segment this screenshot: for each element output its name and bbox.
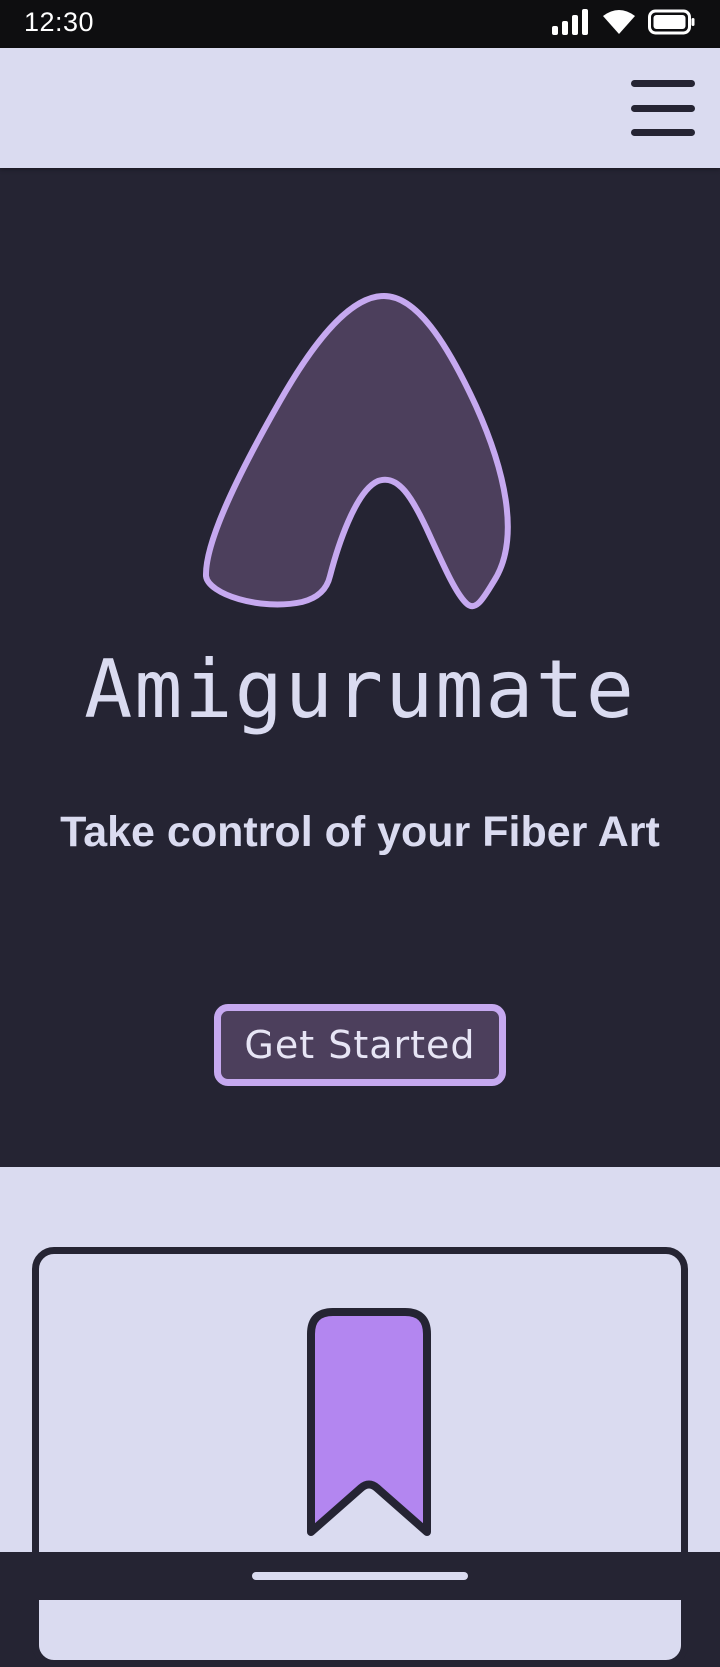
feature-card [32,1247,688,1667]
amigurumate-logo-icon [200,291,520,611]
status-time: 12:30 [24,7,95,37]
menu-line [631,129,695,136]
battery-icon [648,9,696,39]
wifi-icon [602,9,636,39]
tagline: Take control of your Fiber Art [60,808,660,856]
get-started-button[interactable]: Get Started [214,1004,506,1086]
brand-name: Amigurumate [84,643,636,736]
status-bar: 12:30 [0,0,720,48]
home-indicator[interactable] [252,1572,468,1580]
menu-line [631,104,695,112]
hamburger-menu-icon[interactable] [628,76,698,140]
features-section [0,1167,720,1667]
app-header [0,48,720,168]
system-nav-bar [0,1552,720,1600]
signal-icon [552,9,590,39]
bookmark-icon [301,1306,437,1542]
status-icons [552,9,696,39]
menu-line [631,80,695,87]
hero-section: Amigurumate Take control of your Fiber A… [0,168,720,1167]
